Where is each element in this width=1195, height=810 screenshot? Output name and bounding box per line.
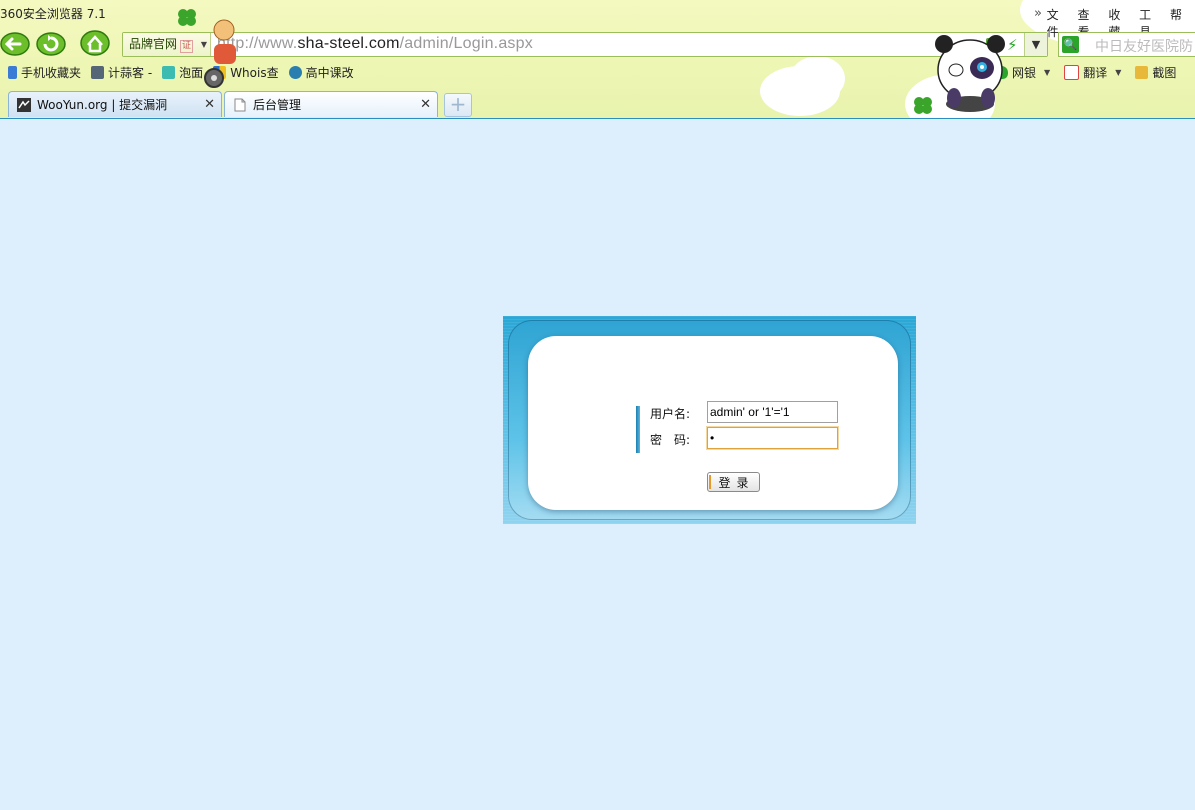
address-bar[interactable]: 品牌官网证 ▼ http://www.sha-steel.com/admin/L… bbox=[122, 32, 1048, 57]
tab-admin[interactable]: 后台管理 ✕ bbox=[224, 91, 438, 117]
bookmark-label: 高中课改 bbox=[305, 66, 354, 80]
chevron-down-icon[interactable]: ▼ bbox=[1044, 68, 1050, 77]
bookmark-mobile-favorites[interactable]: 手机收藏夹 bbox=[8, 64, 81, 81]
brand-label: 品牌官网 bbox=[129, 37, 178, 51]
brand-site-dropdown[interactable]: 品牌官网证 ▼ bbox=[123, 33, 211, 56]
toolbar-label: 网银 bbox=[1012, 66, 1037, 80]
new-tab-button[interactable]: + bbox=[444, 93, 472, 117]
url-input[interactable]: http://www.sha-steel.com/admin/Login.asp… bbox=[217, 35, 533, 53]
bookmark-paomian[interactable]: 泡面 bbox=[162, 64, 203, 81]
back-leaf-icon bbox=[0, 32, 30, 56]
search-input[interactable]: 中日友好医院防 bbox=[1095, 36, 1193, 56]
tab-label: WooYun.org | 提交漏洞 bbox=[37, 98, 168, 112]
plus-icon: + bbox=[449, 92, 467, 116]
screenshot-icon bbox=[1135, 66, 1149, 79]
bookmark-gaozhong[interactable]: 高中课改 bbox=[288, 64, 354, 81]
translate-button[interactable]: 翻译 ▼ bbox=[1064, 64, 1121, 81]
clover-icon bbox=[178, 9, 196, 26]
app-title: 360安全浏览器 7.1 bbox=[0, 7, 106, 21]
site-icon bbox=[162, 66, 176, 79]
screenshot-button[interactable]: 截图 bbox=[1135, 64, 1176, 81]
search-engine-icon[interactable]: 🔍 bbox=[1062, 36, 1079, 53]
translate-icon bbox=[1064, 65, 1080, 80]
login-panel: 用户名: 密 码: 登录 bbox=[503, 316, 916, 524]
password-input[interactable] bbox=[707, 427, 838, 449]
site-icon bbox=[91, 66, 105, 79]
chevron-down-icon[interactable]: ▼ bbox=[1115, 68, 1121, 77]
form-accent-bar bbox=[636, 406, 640, 453]
login-frame: 用户名: 密 码: 登录 bbox=[508, 320, 911, 520]
search-box[interactable]: 🔍 中日友好医院防 bbox=[1058, 32, 1195, 57]
refresh-button[interactable] bbox=[36, 29, 66, 57]
bookmarks-bar: 手机收藏夹 计蒜客 - 泡面 Whois查 高中课改 bbox=[8, 64, 364, 81]
url-path: /admin/Login.aspx bbox=[399, 35, 533, 52]
bookmark-label: 计蒜客 - bbox=[108, 66, 153, 80]
username-label: 用户名: bbox=[650, 407, 691, 421]
login-form: 用户名: 密 码: 登录 bbox=[528, 336, 898, 510]
close-tab-icon[interactable]: ✕ bbox=[204, 92, 215, 118]
site-icon bbox=[288, 66, 302, 79]
url-host: sha-steel.com bbox=[297, 35, 400, 52]
username-input[interactable] bbox=[707, 401, 838, 423]
panda-mascot-icon bbox=[935, 35, 1005, 112]
cloud-decoration bbox=[790, 56, 845, 101]
wooyun-favicon-icon bbox=[17, 98, 31, 112]
home-button[interactable] bbox=[80, 29, 110, 57]
phone-icon bbox=[8, 66, 17, 79]
toolbar-right: 扩 网银 ▼ 翻译 ▼ 截图 bbox=[946, 64, 1190, 81]
close-tab-icon[interactable]: ✕ bbox=[420, 92, 431, 118]
tab-label: 后台管理 bbox=[253, 98, 302, 112]
cert-badge: 证 bbox=[180, 40, 194, 53]
page-icon bbox=[234, 98, 246, 112]
toolbar-label: 翻译 bbox=[1083, 66, 1108, 80]
back-button[interactable] bbox=[0, 29, 30, 57]
browser-chrome: 360安全浏览器 7.1 » 文件 查看 收藏 工具 帮 品牌官网证 ▼ htt… bbox=[0, 0, 1195, 119]
bookmark-jisuanke[interactable]: 计蒜客 - bbox=[91, 64, 152, 81]
bookmark-label: 手机收藏夹 bbox=[21, 66, 82, 80]
url-history-dropdown-icon[interactable]: ▼ bbox=[1024, 33, 1047, 56]
login-button[interactable]: 登录 bbox=[707, 472, 760, 492]
home-leaf-icon bbox=[80, 30, 110, 56]
tab-wooyun[interactable]: WooYun.org | 提交漏洞 ✕ bbox=[8, 91, 222, 117]
toolbar-label: 截图 bbox=[1152, 66, 1177, 80]
refresh-leaf-icon bbox=[36, 32, 66, 56]
mascot-scooter-icon bbox=[204, 19, 236, 88]
password-label: 密 码: bbox=[650, 433, 691, 447]
